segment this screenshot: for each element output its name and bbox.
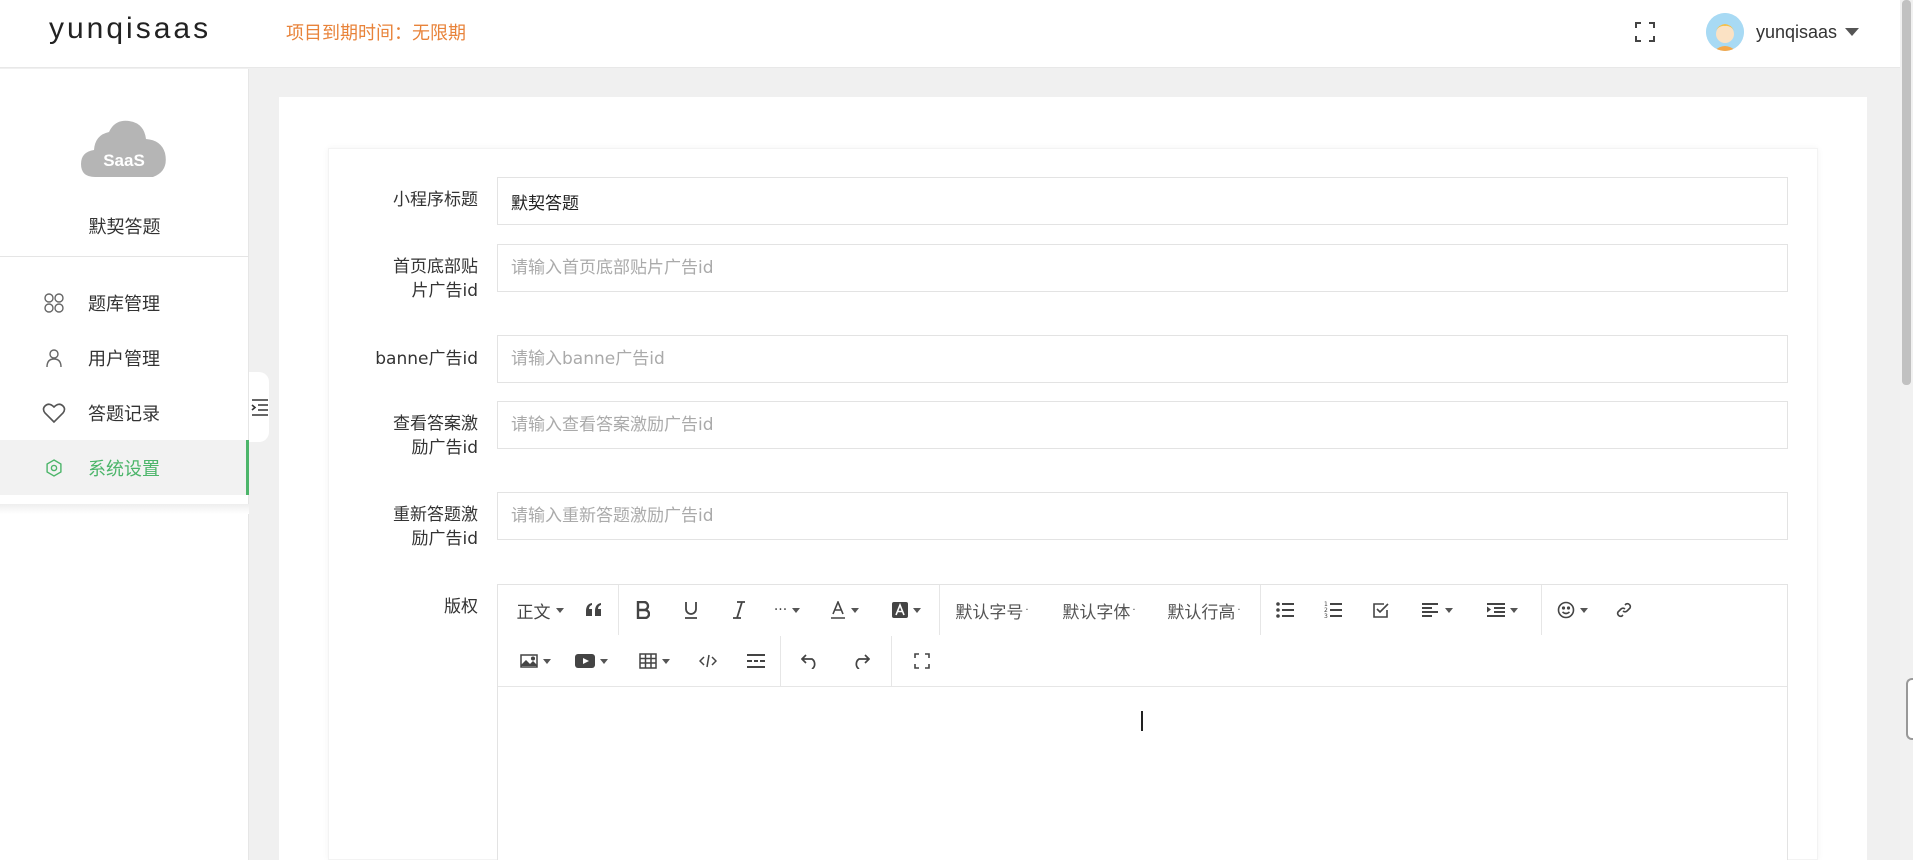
site-logo: yunqisaas [49,12,212,45]
answer-reward-input[interactable] [497,401,1788,449]
chevron-down-icon [1845,28,1860,36]
expire-notice: 项目到期时间：无限期 [286,23,466,44]
quote-icon[interactable] [570,592,618,628]
gear-icon [42,456,66,480]
bottom-ad-input[interactable] [497,244,1788,292]
svg-text:3: 3 [1324,613,1328,619]
more-dropdown[interactable]: ··· [763,592,811,628]
italic-icon[interactable] [715,592,763,628]
banner-ad-label: banne广告id [375,349,478,369]
banner-ad-input[interactable] [497,335,1788,383]
fullscreen-icon[interactable] [1633,20,1657,44]
divider [498,686,1787,687]
image-icon[interactable] [512,643,558,679]
editor-toolbar-row-1: 正文 ··· 默认字号 · 默认字体 · 默认行高 · 123 [510,585,1646,635]
sidebar-item-records[interactable]: 答题记录 [0,385,249,440]
scrollbar-thumb[interactable] [1902,0,1911,385]
username: yunqisaas [1756,21,1838,42]
copyright-label: 版权 [444,597,478,617]
apps-icon [42,291,66,315]
sidebar-collapse-button[interactable] [249,372,269,442]
title-label: 小程序标题 [393,190,478,210]
menu-fold-icon [251,399,268,416]
indent-dropdown-icon[interactable] [1469,592,1535,628]
saas-cloud-logo: SaaS [81,119,167,179]
retry-reward-label: 重新答题激 励广告id [393,505,478,549]
editor-fullscreen-icon[interactable] [892,643,952,679]
text-cursor [1141,711,1143,731]
underline-icon[interactable] [667,592,715,628]
divider [0,504,249,514]
sidebar-item-users[interactable]: 用户管理 [0,330,249,385]
app-name: 默契答题 [88,217,161,238]
sidebar-item-settings[interactable]: 系统设置 [0,440,249,495]
align-dropdown-icon[interactable] [1405,592,1469,628]
svg-text:SaaS: SaaS [103,151,145,170]
answer-reward-label: 查看答案激 励广告id [393,414,478,458]
sidebar-item-label: 题库管理 [88,293,160,315]
heart-icon [42,401,66,425]
bold-icon[interactable] [619,592,667,628]
undo-icon[interactable] [781,643,839,679]
user-icon [42,346,66,370]
sidebar-item-question-bank[interactable]: 题库管理 [0,275,249,330]
table-icon[interactable] [624,643,684,679]
todo-list-icon[interactable] [1357,592,1405,628]
font-color-icon[interactable] [811,592,877,628]
video-icon[interactable] [558,643,624,679]
code-icon[interactable] [684,643,732,679]
rich-text-editor: 正文 ··· 默认字号 · 默认字体 · 默认行高 · 123 [497,584,1788,860]
divider-line-icon[interactable] [732,643,780,679]
title-input[interactable] [497,177,1788,225]
divider [0,256,249,257]
redo-icon[interactable] [839,643,883,679]
bottom-ad-label: 首页底部贴 片广告id [393,257,478,301]
bullet-list-icon[interactable] [1261,592,1309,628]
line-height-dropdown[interactable]: 默认行高 · [1154,592,1254,628]
top-header: yunqisaas 项目到期时间：无限期 yunqisaas [0,0,1900,68]
paragraph-dropdown[interactable]: 正文 [510,592,570,628]
background-color-icon[interactable] [877,592,935,628]
font-family-dropdown[interactable]: 默认字体 · [1044,592,1154,628]
side-drawer-handle[interactable] [1906,678,1913,740]
sidebar-item-label: 系统设置 [88,458,160,480]
user-menu[interactable]: yunqisaas [1706,12,1860,52]
numbered-list-icon[interactable]: 123 [1309,592,1357,628]
font-size-dropdown[interactable]: 默认字号 · [940,592,1044,628]
sidebar-item-label: 用户管理 [88,348,160,370]
retry-reward-input[interactable] [497,492,1788,540]
emoji-icon[interactable] [1542,592,1602,628]
link-icon[interactable] [1602,592,1646,628]
sidebar-item-label: 答题记录 [88,403,160,425]
editor-toolbar-row-2 [512,636,952,686]
sidebar: SaaS 默契答题 题库管理 用户管理 答题记录 系统设置 [0,69,249,860]
avatar [1706,13,1744,51]
